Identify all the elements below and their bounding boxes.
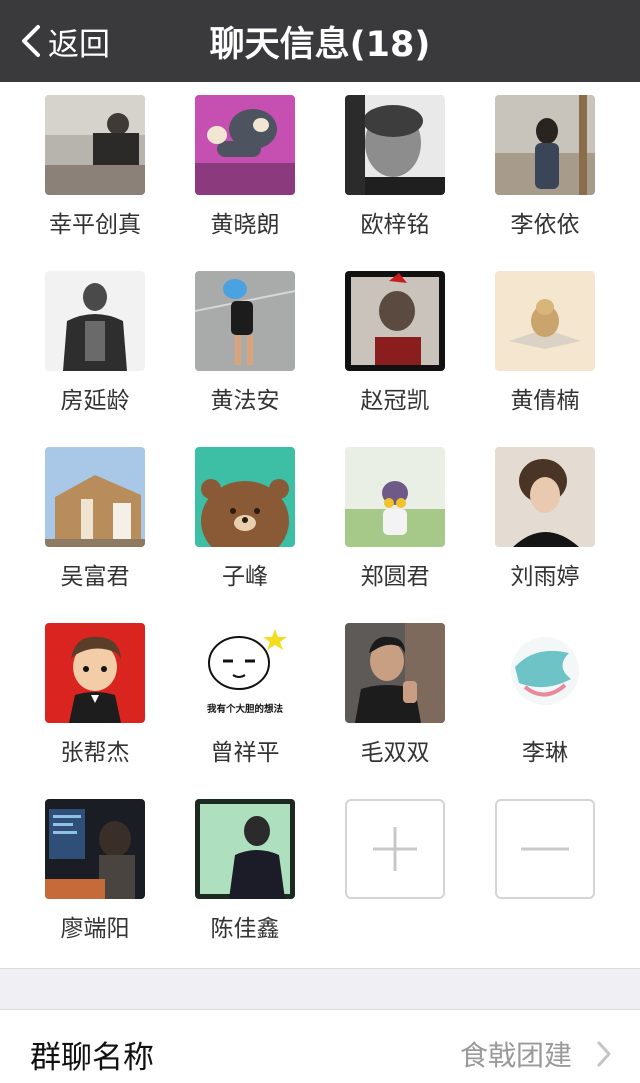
member-name: 黄法安 xyxy=(210,388,280,414)
member-item[interactable]: 刘雨婷 xyxy=(470,447,620,591)
add-member-button[interactable] xyxy=(320,799,470,899)
member-item[interactable]: 黄法安 xyxy=(170,271,320,415)
avatar: 我有个大胆的想法 xyxy=(195,623,295,723)
member-name: 吴富君 xyxy=(60,564,130,590)
avatar xyxy=(45,623,145,723)
member-item[interactable]: 房延龄 xyxy=(20,271,170,415)
avatar xyxy=(495,271,595,371)
member-name: 郑圆君 xyxy=(360,564,430,590)
member-name: 欧梓铭 xyxy=(360,212,430,238)
avatar-caption: 我有个大胆的想法 xyxy=(207,703,284,715)
member-item[interactable]: 李琳 xyxy=(470,623,620,767)
member-item[interactable]: 毛双双 xyxy=(320,623,470,767)
member-name: 毛双双 xyxy=(360,740,430,766)
page-title: 聊天信息(18) xyxy=(209,24,431,65)
member-name: 黄晓朗 xyxy=(210,212,280,238)
avatar xyxy=(45,95,145,195)
avatar xyxy=(45,447,145,547)
member-item[interactable]: 赵冠凯 xyxy=(320,271,470,415)
member-item[interactable]: 欧梓铭 xyxy=(320,95,470,239)
member-item[interactable]: 幸平创真 xyxy=(20,95,170,239)
avatar xyxy=(195,95,295,195)
avatar xyxy=(45,271,145,371)
member-name: 赵冠凯 xyxy=(360,388,430,414)
section-separator xyxy=(0,968,640,1010)
member-item[interactable]: 吴富君 xyxy=(20,447,170,591)
member-grid: 幸平创真 黄晓朗 欧梓铭 李依依 房延龄 黄法安 赵冠凯 黄倩楠 吴富君 子峰 … xyxy=(0,82,640,968)
plus-icon xyxy=(373,827,417,871)
member-name: 廖端阳 xyxy=(60,916,130,942)
group-name-label: 群聊名称 xyxy=(30,1040,154,1076)
member-name: 李依依 xyxy=(510,212,580,238)
member-name: 张帮杰 xyxy=(60,740,130,766)
avatar xyxy=(345,623,445,723)
navbar: 返回 聊天信息(18) xyxy=(0,0,640,82)
member-name: 房延龄 xyxy=(60,388,130,414)
member-name: 李琳 xyxy=(522,740,568,766)
member-item[interactable]: 廖端阳 xyxy=(20,799,170,943)
add-member-box[interactable] xyxy=(345,799,445,899)
member-item[interactable]: 黄晓朗 xyxy=(170,95,320,239)
member-item[interactable]: 我有个大胆的想法 曾祥平 xyxy=(170,623,320,767)
remove-member-box[interactable] xyxy=(495,799,595,899)
member-item[interactable]: 张帮杰 xyxy=(20,623,170,767)
member-item[interactable]: 陈佳鑫 xyxy=(170,799,320,943)
minus-icon xyxy=(521,847,569,851)
member-item[interactable]: 郑圆君 xyxy=(320,447,470,591)
avatar xyxy=(495,95,595,195)
member-name: 黄倩楠 xyxy=(510,388,580,414)
avatar xyxy=(345,271,445,371)
member-item[interactable]: 李依依 xyxy=(470,95,620,239)
avatar xyxy=(495,623,595,723)
group-name-value: 食戟团建 xyxy=(459,1039,572,1072)
group-name-row[interactable]: 群聊名称 食戟团建 xyxy=(0,1010,640,1083)
member-name: 子峰 xyxy=(222,564,268,590)
avatar xyxy=(495,447,595,547)
avatar xyxy=(195,799,295,899)
avatar xyxy=(195,271,295,371)
avatar xyxy=(45,799,145,899)
avatar xyxy=(345,447,445,547)
avatar xyxy=(345,95,445,195)
member-name: 刘雨婷 xyxy=(510,564,580,590)
member-name: 幸平创真 xyxy=(49,212,141,238)
remove-member-button[interactable] xyxy=(470,799,620,899)
member-item[interactable]: 黄倩楠 xyxy=(470,271,620,415)
member-name: 陈佳鑫 xyxy=(210,916,280,942)
member-name: 曾祥平 xyxy=(210,740,280,766)
chevron-right-icon xyxy=(597,1041,611,1067)
member-item[interactable]: 子峰 xyxy=(170,447,320,591)
avatar xyxy=(195,447,295,547)
